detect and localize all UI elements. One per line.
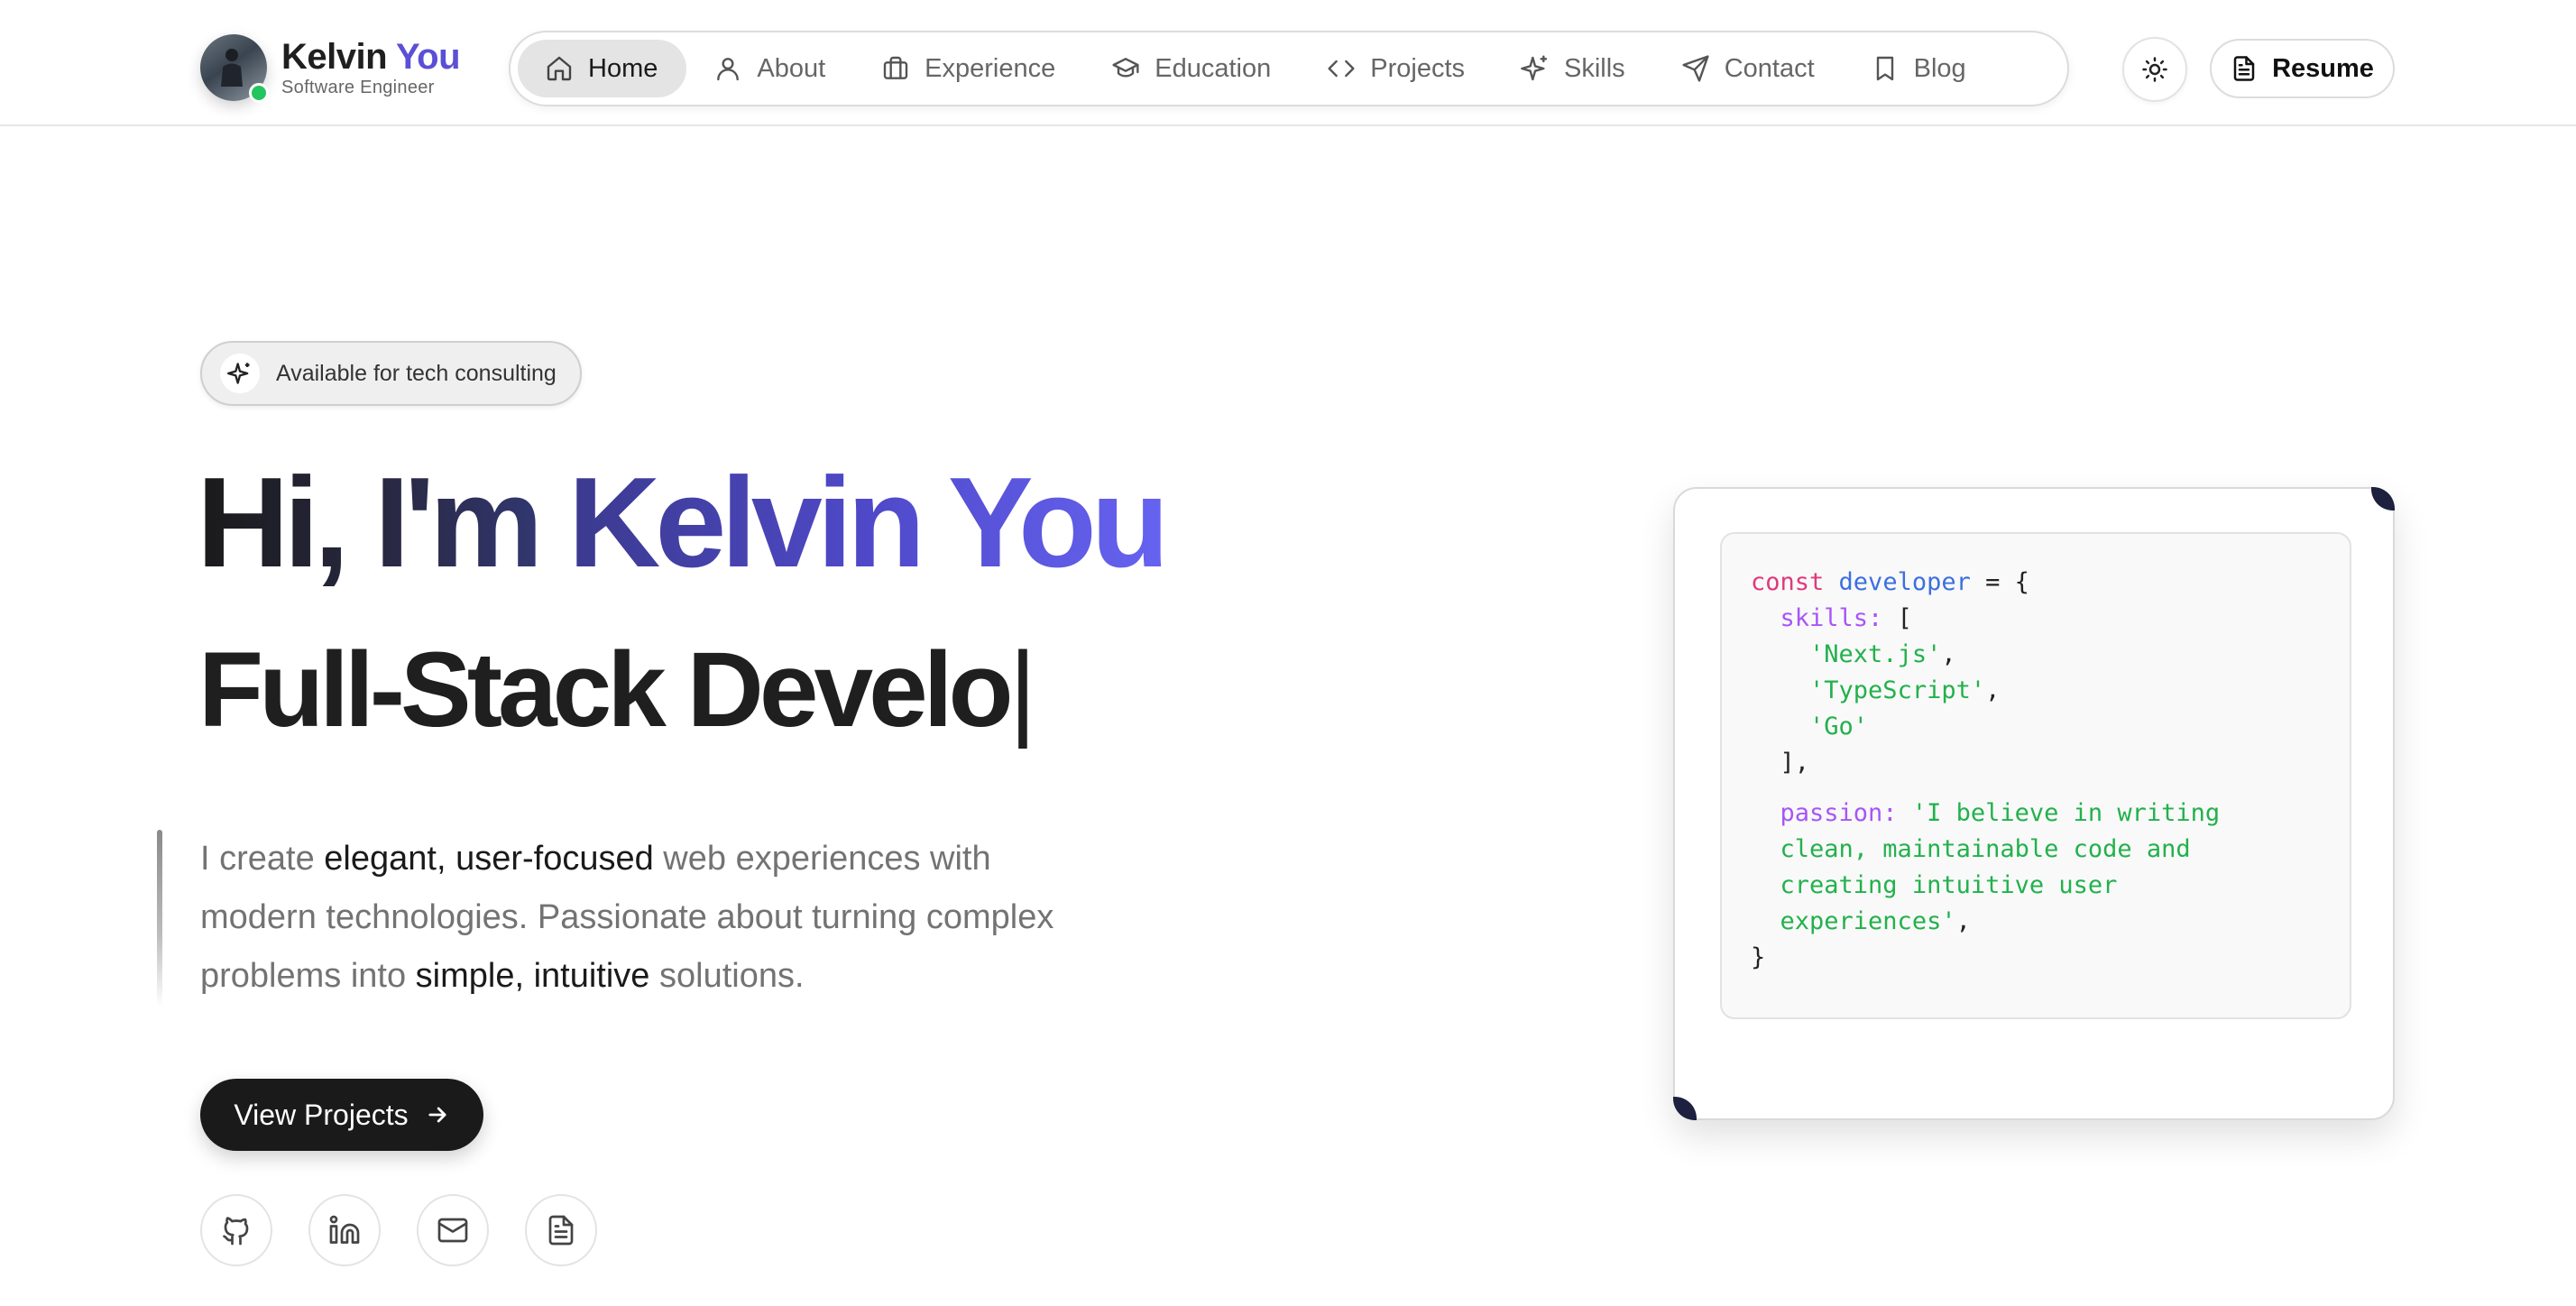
graduation-cap-icon bbox=[1112, 58, 1139, 78]
main-nav: Home About Experience Education Projects… bbox=[509, 31, 2069, 106]
nav-label: Education bbox=[1155, 53, 1272, 83]
nav-item-skills[interactable]: Skills bbox=[1494, 40, 1654, 97]
user-icon bbox=[717, 58, 740, 81]
code-string: experiences' bbox=[1780, 907, 1956, 935]
code-line: } bbox=[1751, 940, 2321, 976]
code-snippet: const developer = { skills: [ 'Next.js',… bbox=[1720, 532, 2351, 1019]
social-links bbox=[200, 1194, 633, 1266]
code-property: skills: bbox=[1780, 604, 1883, 632]
github-link[interactable] bbox=[200, 1194, 272, 1266]
resume-label: Resume bbox=[2272, 53, 2374, 83]
brand-first-name: Kelvin bbox=[281, 37, 388, 77]
nav-item-blog[interactable]: Blog bbox=[1844, 40, 1995, 97]
code-variable: developer bbox=[1838, 568, 1971, 596]
code-line: creating intuitive user bbox=[1751, 868, 2321, 904]
nav-label: Experience bbox=[925, 53, 1056, 83]
code-card: const developer = { skills: [ 'Next.js',… bbox=[1673, 487, 2395, 1120]
brand[interactable]: Kelvin You Software Engineer bbox=[200, 34, 461, 103]
typing-cursor: | bbox=[1008, 630, 1037, 750]
nav-label: About bbox=[757, 53, 826, 83]
linkedin-link[interactable] bbox=[308, 1194, 381, 1266]
intro-paragraph: I create elegant, user-focused web exper… bbox=[200, 830, 1066, 1006]
theme-toggle-button[interactable] bbox=[2122, 37, 2187, 102]
hero-title: Hi, I'm Kelvin You bbox=[197, 451, 1170, 595]
nav-item-home[interactable]: Home bbox=[518, 40, 687, 97]
typed-role-text: Full-Stack Develo bbox=[198, 630, 1014, 750]
code-string: creating intuitive user bbox=[1780, 871, 2118, 899]
hero-name: Kelvin You bbox=[567, 451, 1170, 594]
brand-name: Kelvin You bbox=[281, 37, 461, 77]
nav-item-education[interactable]: Education bbox=[1084, 40, 1300, 97]
intro-emphasis: elegant, user-focused bbox=[324, 840, 654, 878]
code-punct: = { bbox=[1970, 568, 2029, 596]
code-punct: ], bbox=[1780, 749, 1810, 777]
resume-button[interactable]: Resume bbox=[2210, 39, 2395, 98]
code-string: 'I believe in writing bbox=[1911, 799, 2221, 827]
navbar: Kelvin You Software Engineer Home About … bbox=[0, 0, 2576, 126]
nav-item-experience[interactable]: Experience bbox=[854, 40, 1084, 97]
bookmark-icon bbox=[1876, 56, 1893, 81]
card-corner-accent bbox=[1673, 1097, 1697, 1120]
code-keyword: const bbox=[1751, 568, 1825, 596]
sparkles-icon bbox=[220, 354, 260, 393]
code-line: experiences', bbox=[1780, 907, 1971, 935]
code-punct: } bbox=[1751, 943, 1766, 971]
code-line: skills: [ bbox=[1751, 601, 2321, 637]
brand-subtitle: Software Engineer bbox=[281, 78, 435, 97]
online-status-dot bbox=[249, 83, 269, 103]
code-string: 'Go' bbox=[1809, 713, 1869, 740]
hero-greeting: Hi, I'm bbox=[197, 451, 568, 594]
view-projects-label: View Projects bbox=[234, 1098, 409, 1131]
resume-link[interactable] bbox=[525, 1194, 597, 1266]
code-punct: [ bbox=[1882, 604, 1912, 632]
mail-icon bbox=[437, 1218, 468, 1243]
code-line: clean, maintainable code and bbox=[1751, 832, 2321, 868]
nav-label: Blog bbox=[1913, 53, 1966, 83]
code-line: 'TypeScript', bbox=[1809, 676, 2001, 704]
brand-last-name: You bbox=[395, 37, 461, 77]
intro-emphasis: simple, intuitive bbox=[415, 957, 650, 995]
availability-badge: Available for tech consulting bbox=[200, 341, 582, 406]
code-property: passion: bbox=[1780, 799, 1898, 827]
card-corner-accent bbox=[2371, 487, 2395, 510]
code-line: 'Next.js', bbox=[1809, 640, 1956, 668]
sparkles-icon bbox=[1521, 55, 1548, 81]
code-string: clean, maintainable code and bbox=[1780, 835, 2191, 863]
view-projects-button[interactable]: View Projects bbox=[200, 1079, 483, 1151]
code-string: 'TypeScript' bbox=[1809, 676, 1986, 704]
briefcase-icon bbox=[883, 56, 908, 79]
nav-item-projects[interactable]: Projects bbox=[1300, 40, 1494, 97]
nav-label: Projects bbox=[1370, 53, 1466, 83]
intro-text: solutions. bbox=[649, 957, 805, 995]
github-icon bbox=[223, 1217, 249, 1246]
nav-item-about[interactable]: About bbox=[686, 40, 854, 97]
file-text-icon bbox=[548, 1215, 574, 1246]
code-line: passion: 'I believe in writing bbox=[1751, 796, 2321, 832]
hero-role: Full-Stack Develo| bbox=[198, 631, 1036, 749]
arrow-right-icon bbox=[428, 1107, 446, 1123]
code-icon bbox=[1328, 60, 1355, 78]
sun-icon bbox=[2142, 57, 2167, 82]
code-string: 'Next.js' bbox=[1809, 640, 1942, 668]
intro-accent-bar bbox=[157, 830, 162, 1007]
intro-text: I create bbox=[200, 840, 325, 878]
code-line: const developer = { bbox=[1751, 565, 2321, 601]
email-link[interactable] bbox=[417, 1194, 489, 1266]
nav-label: Home bbox=[588, 53, 658, 83]
code-line: ], bbox=[1751, 745, 2321, 781]
nav-label: Contact bbox=[1724, 53, 1815, 83]
nav-label: Skills bbox=[1564, 53, 1625, 83]
home-icon bbox=[547, 56, 572, 81]
badge-label: Available for tech consulting bbox=[276, 360, 557, 386]
nav-item-contact[interactable]: Contact bbox=[1654, 40, 1844, 97]
code-line: 'Go' bbox=[1751, 709, 2321, 745]
file-text-icon bbox=[2233, 56, 2255, 81]
send-icon bbox=[1682, 55, 1709, 82]
avatar-photo bbox=[221, 49, 243, 87]
linkedin-icon bbox=[329, 1215, 360, 1244]
avatar bbox=[200, 34, 269, 103]
